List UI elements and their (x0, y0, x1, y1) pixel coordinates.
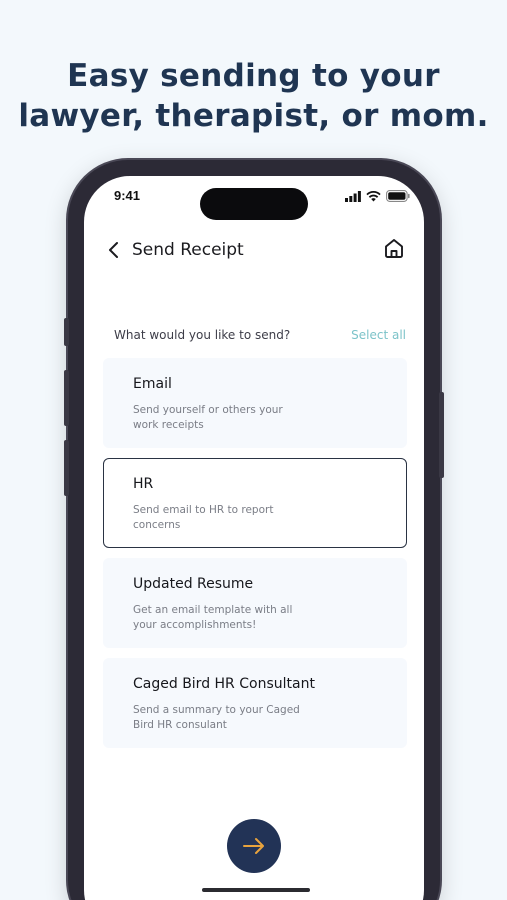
option-title: Caged Bird HR Consultant (133, 676, 315, 692)
phone-power-button (439, 392, 444, 478)
headline-line-1: Easy sending to your (67, 58, 440, 94)
status-time: 9:41 (114, 188, 141, 203)
option-description: Get an email template with all your acco… (133, 604, 293, 631)
home-icon[interactable] (382, 236, 406, 260)
option-description: Send yourself or others your work receip… (133, 404, 283, 431)
send-question: What would you like to send? (114, 328, 291, 342)
option-description: Send email to HR to report concerns (133, 504, 274, 531)
home-indicator (202, 888, 310, 892)
option-title: HR (133, 476, 154, 492)
option-description: Send a summary to your Caged Bird HR con… (133, 704, 300, 731)
headline-line-2: lawyer, therapist, or mom. (18, 98, 489, 134)
chevron-left-icon[interactable] (106, 240, 122, 260)
option-updated-resume[interactable]: Updated Resume Get an email template wit… (103, 558, 407, 648)
options-list: Email Send yourself or others your work … (103, 358, 407, 758)
page-title: Send Receipt (132, 240, 244, 260)
dynamic-island (200, 188, 308, 220)
phone-volume-down-button (64, 440, 69, 496)
signal-icon (345, 190, 361, 202)
select-all-link[interactable]: Select all (351, 328, 406, 342)
next-button[interactable] (227, 819, 281, 873)
option-email[interactable]: Email Send yourself or others your work … (103, 358, 407, 448)
battery-icon (386, 190, 410, 202)
prompt-row: What would you like to send? Select all (114, 326, 406, 346)
status-icons (345, 190, 410, 202)
option-title: Updated Resume (133, 576, 254, 592)
wifi-icon (366, 190, 381, 201)
phone-action-button (64, 318, 69, 346)
arrow-right-icon (243, 838, 264, 854)
option-caged-bird-hr-consultant[interactable]: Caged Bird HR Consultant Send a summary … (103, 658, 407, 748)
option-hr[interactable]: HR Send email to HR to report concerns (103, 458, 407, 548)
headline: Easy sending to your lawyer, therapist, … (0, 56, 507, 136)
nav-bar: Send Receipt (84, 234, 424, 268)
phone-volume-up-button (64, 370, 69, 426)
status-bar: 9:41 (84, 176, 424, 220)
phone-screen: 9:41 Send Receipt What would you like to… (84, 176, 424, 900)
option-title: Email (133, 376, 172, 392)
